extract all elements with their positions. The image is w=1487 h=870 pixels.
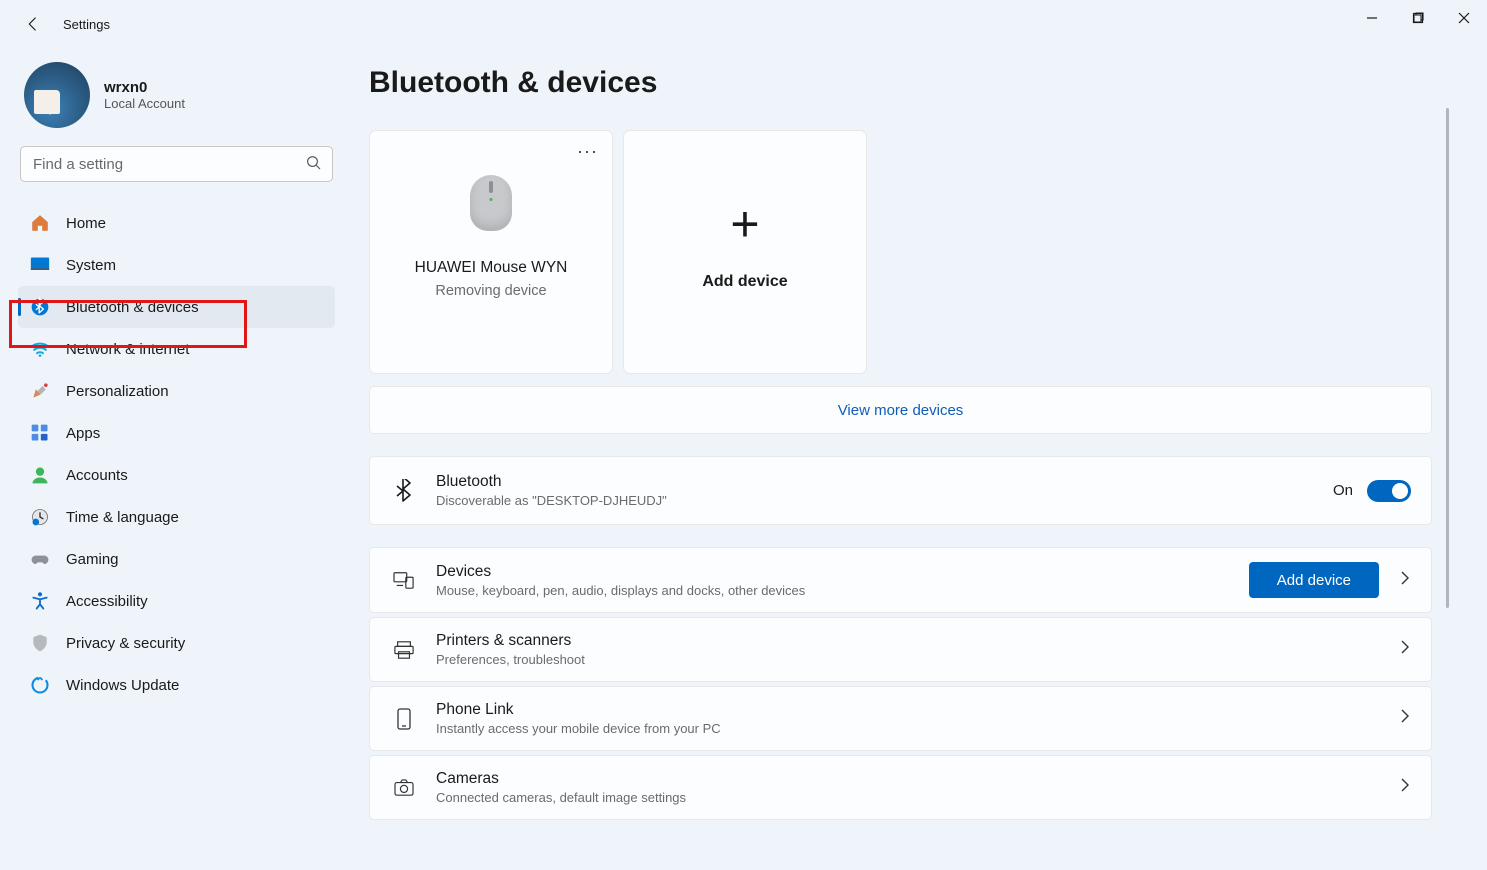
nav-label: Time & language (66, 509, 179, 526)
nav-item-system[interactable]: System (18, 244, 335, 286)
nav-label: Personalization (66, 383, 169, 400)
nav-label: Network & internet (66, 341, 189, 358)
nav-item-network[interactable]: Network & internet (18, 328, 335, 370)
nav-label: Windows Update (66, 677, 179, 694)
back-button[interactable] (18, 9, 48, 39)
row-subtitle: Mouse, keyboard, pen, audio, displays an… (436, 583, 1249, 598)
search-input[interactable] (20, 146, 333, 182)
device-card-name: HUAWEI Mouse WYN (415, 259, 568, 277)
nav-label: Home (66, 215, 106, 232)
row-devices[interactable]: Devices Mouse, keyboard, pen, audio, dis… (369, 547, 1432, 613)
system-icon (30, 255, 50, 275)
chevron-right-icon (1399, 778, 1411, 797)
gaming-icon (30, 549, 50, 569)
titlebar: Settings (0, 0, 1487, 48)
device-card-status: Removing device (435, 283, 546, 299)
row-subtitle: Preferences, troubleshoot (436, 652, 1389, 667)
printers-icon (390, 640, 418, 660)
app-title: Settings (63, 17, 110, 32)
network-icon (30, 339, 50, 359)
bluetooth-title: Bluetooth (436, 473, 1333, 491)
bluetooth-state-label: On (1333, 482, 1353, 499)
chevron-right-icon (1399, 571, 1411, 590)
main-content: Bluetooth & devices ··· HUAWEI Mouse WYN… (345, 48, 1487, 870)
close-button[interactable] (1441, 0, 1487, 36)
minimize-button[interactable] (1349, 0, 1395, 36)
device-card-mouse[interactable]: ··· HUAWEI Mouse WYN Removing device (369, 130, 613, 374)
nav-label: Gaming (66, 551, 119, 568)
devices-icon (390, 570, 418, 590)
nav-label: System (66, 257, 116, 274)
mouse-icon (470, 175, 512, 231)
row-printers-scanners[interactable]: Printers & scanners Preferences, trouble… (369, 617, 1432, 682)
minimize-icon (1366, 12, 1378, 24)
row-subtitle: Instantly access your mobile device from… (436, 721, 1389, 736)
update-icon (30, 675, 50, 695)
device-card-menu-button[interactable]: ··· (577, 141, 598, 162)
sidebar-nav: Home System Bluetooth & devices Network … (18, 202, 335, 706)
nav-item-bluetooth-devices[interactable]: Bluetooth & devices (18, 286, 335, 328)
scrollbar[interactable] (1446, 108, 1449, 608)
device-cards-row: ··· HUAWEI Mouse WYN Removing device + A… (369, 130, 1432, 374)
row-title: Cameras (436, 770, 1389, 788)
arrow-left-icon (24, 15, 42, 33)
bluetooth-glyph-icon (390, 479, 418, 503)
nav-item-time-language[interactable]: Time & language (18, 496, 335, 538)
bluetooth-toggle[interactable] (1367, 480, 1411, 502)
nav-item-personalization[interactable]: Personalization (18, 370, 335, 412)
close-icon (1458, 12, 1470, 24)
phone-icon (390, 708, 418, 730)
apps-icon (30, 423, 50, 443)
chevron-right-icon (1399, 709, 1411, 728)
maximize-button[interactable] (1395, 0, 1441, 36)
cameras-icon (390, 779, 418, 797)
profile-section[interactable]: wrxn0 Local Account (18, 58, 335, 146)
row-title: Devices (436, 563, 1249, 581)
nav-item-accounts[interactable]: Accounts (18, 454, 335, 496)
row-title: Printers & scanners (436, 632, 1389, 650)
nav-item-windows-update[interactable]: Windows Update (18, 664, 335, 706)
bluetooth-row: Bluetooth Discoverable as "DESKTOP-DJHEU… (369, 456, 1432, 525)
add-device-card[interactable]: + Add device (623, 130, 867, 374)
nav-item-home[interactable]: Home (18, 202, 335, 244)
search-wrap (20, 146, 333, 182)
window-controls (1349, 0, 1487, 36)
sidebar: wrxn0 Local Account Home System Bluetoot… (0, 48, 345, 870)
bluetooth-icon (30, 297, 50, 317)
add-device-card-label: Add device (702, 273, 787, 291)
search-icon (305, 154, 323, 172)
time-icon (30, 507, 50, 527)
privacy-icon (30, 633, 50, 653)
row-title: Phone Link (436, 701, 1389, 719)
chevron-right-icon (1399, 640, 1411, 659)
nav-label: Accounts (66, 467, 128, 484)
nav-item-accessibility[interactable]: Accessibility (18, 580, 335, 622)
view-more-devices-link[interactable]: View more devices (369, 386, 1432, 434)
page-title: Bluetooth & devices (369, 66, 1432, 100)
personalization-icon (30, 381, 50, 401)
bluetooth-subtitle: Discoverable as "DESKTOP-DJHEUDJ" (436, 493, 1333, 508)
row-subtitle: Connected cameras, default image setting… (436, 790, 1389, 805)
row-phone-link[interactable]: Phone Link Instantly access your mobile … (369, 686, 1432, 751)
nav-item-apps[interactable]: Apps (18, 412, 335, 454)
nav-label: Accessibility (66, 593, 148, 610)
nav-item-privacy-security[interactable]: Privacy & security (18, 622, 335, 664)
row-cameras[interactable]: Cameras Connected cameras, default image… (369, 755, 1432, 820)
home-icon (30, 213, 50, 233)
accessibility-icon (30, 591, 50, 611)
nav-item-gaming[interactable]: Gaming (18, 538, 335, 580)
maximize-icon (1412, 12, 1424, 24)
nav-label: Privacy & security (66, 635, 185, 652)
accounts-icon (30, 465, 50, 485)
add-device-button[interactable]: Add device (1249, 562, 1379, 598)
nav-label: Apps (66, 425, 100, 442)
avatar (24, 62, 90, 128)
profile-name: wrxn0 (104, 79, 185, 96)
nav-label: Bluetooth & devices (66, 299, 199, 316)
profile-type: Local Account (104, 96, 185, 111)
plus-icon: + (730, 199, 759, 249)
